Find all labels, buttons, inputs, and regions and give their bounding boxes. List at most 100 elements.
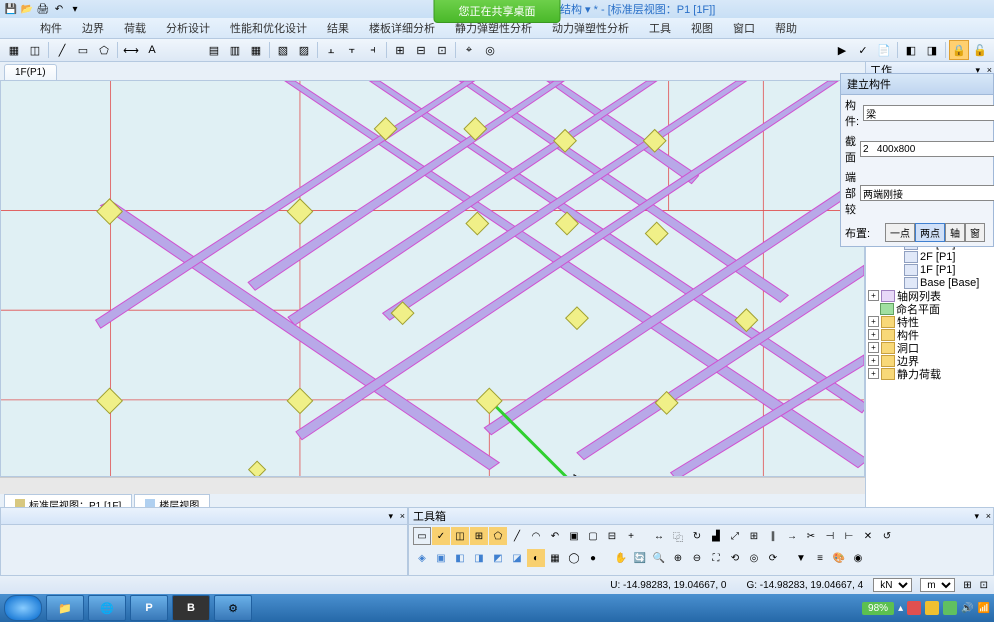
- tx-zsel-icon[interactable]: ◎: [745, 549, 763, 567]
- tx-filter-icon[interactable]: ▼: [792, 549, 810, 567]
- tb-check-icon[interactable]: ✓: [853, 40, 873, 60]
- tx-zwin-icon[interactable]: 🔍: [650, 549, 668, 567]
- tb-align-l-icon[interactable]: ⫠: [321, 40, 341, 60]
- tx-extend-icon[interactable]: →: [783, 527, 801, 545]
- layout-window-button[interactable]: 窗: [965, 223, 985, 242]
- tx-zfit-icon[interactable]: ⛶: [707, 549, 725, 567]
- tx-prev-icon[interactable]: ↶: [546, 527, 564, 545]
- tx-trim-icon[interactable]: ✂: [802, 527, 820, 545]
- tx-scale-icon[interactable]: ⤢: [726, 527, 744, 545]
- pin-icon[interactable]: ▾: [388, 511, 393, 522]
- close-icon[interactable]: ×: [400, 511, 405, 521]
- tb-text-icon[interactable]: A: [142, 40, 162, 60]
- menu-slab[interactable]: 楼板详细分析: [361, 18, 443, 38]
- tree-properties[interactable]: +特性: [866, 315, 994, 328]
- tx-hide-icon[interactable]: ◯: [565, 549, 583, 567]
- tb-view2-icon[interactable]: ▥: [225, 40, 245, 60]
- tx-front-icon[interactable]: ◧: [451, 549, 469, 567]
- tree-floor-2f[interactable]: 2F [P1]: [866, 250, 994, 263]
- tb-view1-icon[interactable]: ▤: [204, 40, 224, 60]
- tx-disp-icon[interactable]: ◉: [849, 549, 867, 567]
- menu-help[interactable]: 帮助: [767, 18, 805, 38]
- tb-snap2-icon[interactable]: ◎: [480, 40, 500, 60]
- tb-grid-icon[interactable]: ▦: [4, 40, 24, 60]
- tx-all-icon[interactable]: ▣: [565, 527, 583, 545]
- tx-back-icon[interactable]: ◩: [489, 549, 507, 567]
- tb-dim-icon[interactable]: ⟷: [121, 40, 141, 60]
- tb-hide-icon[interactable]: ▨: [294, 40, 314, 60]
- unit-length-combo[interactable]: m: [920, 578, 955, 592]
- tx-color-icon[interactable]: 🎨: [830, 549, 848, 567]
- menu-member[interactable]: 构件: [32, 18, 70, 38]
- tree-named-plane[interactable]: 命名平面: [866, 302, 994, 315]
- unit-force-combo[interactable]: kN: [873, 578, 912, 592]
- tb-cube-icon[interactable]: ◧: [901, 40, 921, 60]
- task-ppt[interactable]: P: [130, 595, 168, 621]
- tx-orbit-icon[interactable]: 🔄: [631, 549, 649, 567]
- menu-view[interactable]: 视图: [683, 18, 721, 38]
- tb-line-icon[interactable]: ╱: [52, 40, 72, 60]
- tx-move-icon[interactable]: ↔: [650, 527, 668, 545]
- tb-align-c-icon[interactable]: ⫟: [342, 40, 362, 60]
- start-button[interactable]: [4, 595, 42, 621]
- tb-view3-icon[interactable]: ▦: [246, 40, 266, 60]
- task-explorer[interactable]: 📁: [46, 595, 84, 621]
- tx-wire-icon[interactable]: ▦: [546, 549, 564, 567]
- pin-icon[interactable]: ▾: [974, 511, 979, 522]
- tray-chevron-icon[interactable]: ▴: [898, 603, 903, 614]
- horizontal-scrollbar[interactable]: [0, 477, 865, 494]
- tb-grid3-icon[interactable]: ⊡: [432, 40, 452, 60]
- tree-members[interactable]: +构件: [866, 328, 994, 341]
- tx-line-icon[interactable]: ╱: [508, 527, 526, 545]
- menu-result[interactable]: 结果: [319, 18, 357, 38]
- tx-none-icon[interactable]: ▢: [584, 527, 602, 545]
- zoom-badge[interactable]: 98%: [862, 602, 894, 615]
- tx-shade-icon[interactable]: ◐: [527, 549, 545, 567]
- tb-lock-icon[interactable]: 🔒: [949, 40, 969, 60]
- section-combo[interactable]: [860, 141, 994, 157]
- layout-axis-button[interactable]: 轴: [945, 223, 965, 242]
- undo-icon[interactable]: ↶: [52, 2, 66, 16]
- tb-3d-icon[interactable]: ◨: [922, 40, 942, 60]
- tx-add-icon[interactable]: +: [622, 527, 640, 545]
- tx-break-icon[interactable]: ⊣: [821, 527, 839, 545]
- menu-boundary[interactable]: 边界: [74, 18, 112, 38]
- tree-static-load[interactable]: +静力荷载: [866, 367, 994, 380]
- tb-poly-icon[interactable]: ⬠: [94, 40, 114, 60]
- tx-zprev-icon[interactable]: ⟲: [726, 549, 744, 567]
- dropdown-icon[interactable]: ▾: [68, 2, 82, 16]
- tx-side-icon[interactable]: ◨: [470, 549, 488, 567]
- tb-report-icon[interactable]: 📄: [874, 40, 894, 60]
- tb-snap1-icon[interactable]: ⌖: [459, 40, 479, 60]
- tree-floor-1f[interactable]: 1F [P1]: [866, 263, 994, 276]
- canvas-tab-1f[interactable]: 1F(P1): [4, 64, 57, 80]
- end-release-combo[interactable]: [860, 185, 994, 201]
- tx-persp-icon[interactable]: ◪: [508, 549, 526, 567]
- save-icon[interactable]: 💾: [4, 2, 18, 16]
- tray-shield-icon[interactable]: [907, 601, 921, 615]
- tb-calc-icon[interactable]: ▶: [832, 40, 852, 60]
- tb-align-r-icon[interactable]: ⫞: [363, 40, 383, 60]
- task-app-b[interactable]: B: [172, 595, 210, 621]
- tx-undo2-icon[interactable]: ↺: [878, 527, 896, 545]
- tx-join-icon[interactable]: ⊢: [840, 527, 858, 545]
- tx-iso-icon[interactable]: ◈: [413, 549, 431, 567]
- close-icon[interactable]: ×: [986, 511, 991, 521]
- task-chrome[interactable]: 🌐: [88, 595, 126, 621]
- member-type-combo[interactable]: [863, 105, 994, 121]
- menu-analysis[interactable]: 分析设计: [158, 18, 218, 38]
- print-icon[interactable]: 🖨: [36, 2, 50, 16]
- tx-top-icon[interactable]: ▣: [432, 549, 450, 567]
- tx-mirror-icon[interactable]: ▟: [707, 527, 725, 545]
- task-app-s[interactable]: ⚙: [214, 595, 252, 621]
- tb-layer-icon[interactable]: ▧: [273, 40, 293, 60]
- tree-openings[interactable]: +洞口: [866, 341, 994, 354]
- menu-load[interactable]: 荷载: [116, 18, 154, 38]
- menu-performance[interactable]: 性能和优化设计: [222, 18, 315, 38]
- tx-layer2-icon[interactable]: ≡: [811, 549, 829, 567]
- tb-unlock-icon[interactable]: 🔓: [970, 40, 990, 60]
- drawing-canvas[interactable]: [0, 80, 865, 477]
- tx-cross-icon[interactable]: ⊞: [470, 527, 488, 545]
- tb-grid2-icon[interactable]: ⊟: [411, 40, 431, 60]
- tray-volume-icon[interactable]: 🔊: [961, 603, 973, 614]
